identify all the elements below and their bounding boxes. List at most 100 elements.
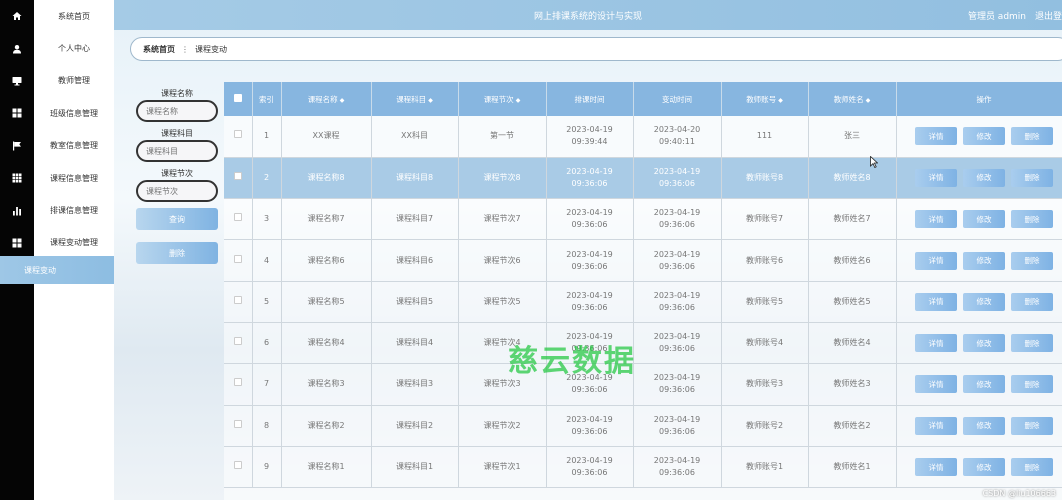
edit-button[interactable]: 修改 — [963, 416, 1005, 435]
cell-index: 2 — [252, 157, 282, 200]
col-course-subject[interactable]: 课程科目 ◆ — [371, 82, 459, 116]
col-teacher-name-label: 教师姓名 — [833, 94, 864, 104]
sort-icon[interactable]: ◆ — [516, 97, 521, 104]
delete-button[interactable]: 删除 — [1011, 292, 1053, 311]
sort-icon[interactable]: ◆ — [866, 97, 871, 104]
home-icon[interactable] — [0, 0, 34, 32]
grid-icon[interactable] — [0, 227, 34, 259]
course-subject-input[interactable] — [136, 140, 218, 162]
delete-button[interactable]: 删除 — [1011, 416, 1053, 435]
delete-button[interactable]: 删除 — [1011, 375, 1053, 394]
col-change-time: 变动时间 — [633, 82, 722, 116]
edit-button[interactable]: 修改 — [963, 251, 1005, 270]
sidebar-item-course-changes[interactable]: 课程变动管理 — [34, 227, 114, 259]
sidebar-item-courses[interactable]: 课程信息管理 — [34, 162, 114, 194]
table-row[interactable]: 1 XX课程 XX科目 第一节 2023-04-19 09:39:44 2023… — [224, 116, 1062, 158]
detail-button[interactable]: 详情 — [915, 458, 957, 477]
sidebar-menu: 系统首页 个人中心 教师管理 班级信息管理 教室信息管理 课程信息管理 排课信息… — [34, 0, 114, 500]
sidebar-item-profile[interactable]: 个人中心 — [34, 32, 114, 64]
detail-button[interactable]: 详情 — [915, 127, 957, 146]
table-row[interactable]: 4 课程名称6 课程科目6 课程节次6 2023-04-19 09:36:06 … — [224, 239, 1062, 282]
row-select-cell — [224, 405, 253, 447]
edit-button[interactable]: 修改 — [963, 458, 1005, 477]
col-teacher-account-label: 教师账号 — [746, 94, 777, 104]
sort-icon[interactable]: ◆ — [340, 97, 345, 104]
detail-button[interactable]: 详情 — [915, 168, 957, 187]
edit-button[interactable]: 修改 — [963, 168, 1005, 187]
logout-link[interactable]: 退出登 — [1035, 9, 1062, 22]
flag-icon[interactable] — [0, 130, 34, 162]
delete-button[interactable]: 删除 — [1011, 168, 1053, 187]
select-all-checkbox[interactable] — [233, 94, 242, 102]
bar-chart-icon[interactable] — [0, 194, 34, 226]
table-icon[interactable] — [0, 162, 34, 194]
sidebar-item-classes[interactable]: 班级信息管理 — [34, 97, 114, 129]
sidebar-item-teachers[interactable]: 教师管理 — [34, 65, 114, 97]
sidebar-item-classrooms[interactable]: 教室信息管理 — [34, 130, 114, 162]
detail-button[interactable]: 详情 — [915, 210, 957, 229]
sidebar-item-home[interactable]: 系统首页 — [34, 0, 114, 32]
select-all-header — [224, 82, 253, 116]
cell-schedule-time: 2023-04-19 09:39:44 — [546, 116, 634, 158]
delete-button[interactable]: 删除 — [1011, 127, 1053, 146]
cell-teacher-account: 111 — [721, 116, 809, 158]
row-checkbox[interactable] — [233, 254, 242, 263]
cell-schedule-time: 2023-04-19 09:36:06 — [546, 239, 634, 282]
cell-teacher-account: 教师账号6 — [721, 239, 809, 282]
sidebar-subitem-course-change[interactable]: 课程变动 — [0, 256, 114, 284]
course-name-input[interactable] — [136, 100, 218, 122]
delete-button[interactable]: 删除 — [1011, 210, 1053, 229]
detail-button[interactable]: 详情 — [915, 416, 957, 435]
col-teacher-name[interactable]: 教师姓名 ◆ — [808, 82, 897, 116]
cell-change-time: 2023-04-19 09:36:06 — [633, 363, 722, 406]
table-row[interactable]: 5 课程名称5 课程科目5 课程节次5 2023-04-19 09:36:06 … — [224, 281, 1062, 323]
batch-delete-button[interactable]: 删除 — [136, 242, 218, 264]
user-icon[interactable] — [0, 32, 34, 64]
row-checkbox[interactable] — [233, 213, 242, 222]
sort-icon[interactable]: ◆ — [428, 97, 433, 104]
sidebar-item-scheduling[interactable]: 排课信息管理 — [34, 194, 114, 226]
detail-button[interactable]: 详情 — [915, 251, 957, 270]
detail-button[interactable]: 详情 — [915, 334, 957, 353]
table-row[interactable]: 6 课程名称4 课程科目4 课程节次4 2023-04-19 09:36:06 … — [224, 322, 1062, 365]
cell-course-subject: XX科目 — [371, 116, 459, 158]
course-period-input[interactable] — [136, 180, 218, 202]
row-checkbox[interactable] — [233, 295, 242, 304]
col-course-name[interactable]: 课程名称 ◆ — [281, 82, 372, 116]
edit-button[interactable]: 修改 — [963, 127, 1005, 146]
table-row[interactable]: 9 课程名称1 课程科目1 课程节次1 2023-04-19 09:36:06 … — [224, 446, 1062, 489]
edit-button[interactable]: 修改 — [963, 334, 1005, 353]
row-select-cell — [224, 116, 253, 158]
table-row[interactable]: 7 课程名称3 课程科目3 课程节次3 2023-04-19 09:36:06 … — [224, 363, 1062, 406]
delete-button[interactable]: 删除 — [1011, 334, 1053, 353]
monitor-icon[interactable] — [0, 65, 34, 97]
table-row[interactable]: 8 课程名称2 课程科目2 课程节次2 2023-04-19 09:36:06 … — [224, 405, 1062, 447]
grid-icon[interactable] — [0, 97, 34, 129]
row-checkbox[interactable] — [233, 171, 242, 180]
cell-course-subject: 课程科目7 — [371, 198, 459, 241]
cell-change-time: 2023-04-19 09:36:06 — [633, 157, 722, 200]
col-teacher-account[interactable]: 教师账号 ◆ — [721, 82, 809, 116]
row-checkbox[interactable] — [233, 419, 242, 428]
edit-button[interactable]: 修改 — [963, 375, 1005, 394]
row-checkbox[interactable] — [233, 378, 242, 387]
delete-button[interactable]: 删除 — [1011, 251, 1053, 270]
cell-course-period: 课程节次1 — [458, 446, 547, 489]
row-checkbox[interactable] — [233, 461, 242, 470]
sort-icon[interactable]: ◆ — [778, 97, 783, 104]
delete-button[interactable]: 删除 — [1011, 458, 1053, 477]
table-row[interactable]: 2 课程名称8 课程科目8 课程节次8 2023-04-19 09:36:06 … — [224, 157, 1062, 200]
row-select-cell — [224, 281, 253, 323]
row-checkbox[interactable] — [233, 337, 242, 346]
detail-button[interactable]: 详情 — [915, 292, 957, 311]
detail-button[interactable]: 详情 — [915, 375, 957, 394]
col-course-period[interactable]: 课程节次 ◆ — [458, 82, 547, 116]
row-checkbox[interactable] — [233, 130, 242, 139]
table-row[interactable]: 3 课程名称7 课程科目7 课程节次7 2023-04-19 09:36:06 … — [224, 198, 1062, 241]
query-button[interactable]: 查询 — [136, 208, 218, 230]
cell-course-name: 课程名称7 — [281, 198, 372, 241]
edit-button[interactable]: 修改 — [963, 292, 1005, 311]
breadcrumb-home[interactable]: 系统首页 — [143, 44, 175, 55]
breadcrumb: 系统首页 ⋮ 课程变动 — [130, 37, 1062, 61]
edit-button[interactable]: 修改 — [963, 210, 1005, 229]
